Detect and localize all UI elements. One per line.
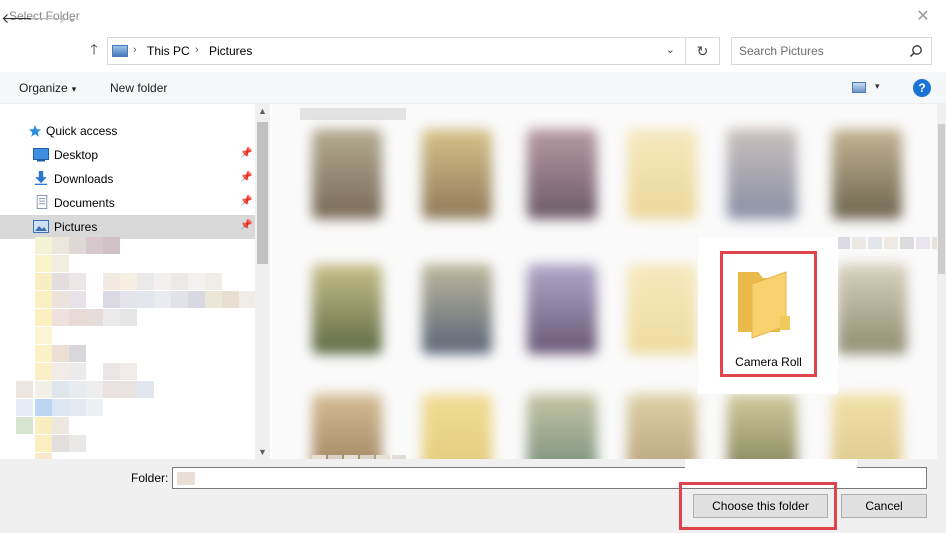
blurred-thumbnail[interactable]: [627, 129, 697, 219]
breadcrumb-separator: ›: [195, 44, 199, 56]
command-toolbar: Organize ▾ New folder: [0, 72, 946, 104]
blurred-thumbnail[interactable]: [422, 394, 492, 459]
obscured-sidebar-items: [16, 237, 256, 459]
up-arrow-icon[interactable]: 🡑: [84, 41, 104, 61]
help-icon[interactable]: ?: [913, 79, 931, 97]
file-list-view[interactable]: [272, 104, 946, 459]
highlight-box: [679, 482, 837, 530]
chevron-down-icon: ▾: [71, 84, 77, 94]
breadcrumb-this-pc[interactable]: This PC: [147, 44, 190, 58]
new-folder-button[interactable]: New folder: [110, 81, 167, 95]
forward-arrow-icon[interactable]: 🡒: [29, 8, 67, 28]
pin-icon[interactable]: 📌: [240, 196, 252, 207]
sidebar-item-downloads[interactable]: Downloads 📌: [0, 167, 255, 191]
search-box[interactable]: [731, 37, 932, 65]
sidebar-item-label: Pictures: [54, 220, 98, 234]
blurred-thumbnail[interactable]: [832, 394, 902, 459]
blurred-thumbnail[interactable]: [527, 129, 597, 219]
refresh-icon[interactable]: ↻: [685, 38, 719, 64]
organize-button[interactable]: Organize ▾: [19, 81, 76, 95]
pictures-icon: [33, 220, 49, 233]
sidebar-scrollbar[interactable]: ▲ ▼: [255, 104, 270, 459]
folder-icon: [738, 271, 790, 339]
blurred-thumbnail[interactable]: [527, 394, 597, 459]
sidebar-item-quick-access[interactable]: Quick access: [0, 119, 255, 143]
scrollbar-thumb[interactable]: [938, 124, 945, 274]
blurred-thumbnail[interactable]: [832, 129, 902, 219]
blurred-thumbnail[interactable]: [312, 264, 382, 354]
download-icon: [34, 171, 48, 185]
blurred-thumbnail[interactable]: [312, 394, 382, 459]
address-dropdown-icon[interactable]: ⌄: [666, 43, 675, 56]
view-options-icon[interactable]: [852, 82, 866, 93]
address-bar[interactable]: › This PC › Pictures ⌄ ↻: [107, 37, 720, 65]
blurred-thumbnail[interactable]: [837, 264, 907, 354]
blurred-thumbnail[interactable]: [727, 394, 797, 459]
desktop-icon: [33, 148, 49, 162]
pc-icon: [112, 45, 128, 57]
blurred-thumbnail[interactable]: [627, 394, 697, 459]
content-scrollbar[interactable]: [937, 104, 946, 459]
pin-icon[interactable]: 📌: [240, 220, 252, 231]
navigation-pane: Quick access Desktop 📌 Downloads 📌 Docum…: [0, 104, 270, 459]
blurred-thumbnail[interactable]: [627, 264, 697, 354]
pin-icon[interactable]: 📌: [240, 172, 252, 183]
folder-item-label: Camera Roll: [735, 355, 802, 369]
sidebar-item-label: Downloads: [54, 172, 114, 186]
scroll-down-icon[interactable]: ▼: [258, 447, 267, 457]
sidebar-item-label: Desktop: [54, 148, 99, 162]
blurred-thumbnail[interactable]: [422, 264, 492, 354]
chevron-down-icon[interactable]: ▾: [875, 81, 880, 92]
folder-item-background: [685, 459, 857, 471]
back-arrow-icon[interactable]: 🡐: [1, 8, 39, 28]
scroll-up-icon[interactable]: ▲: [258, 106, 267, 116]
title-bar: Select Folder ✕: [0, 0, 946, 31]
blurred-thumbnail[interactable]: [312, 129, 382, 219]
blurred-thumbnail[interactable]: [527, 264, 597, 354]
pin-icon[interactable]: 📌: [240, 148, 252, 159]
documents-icon: [36, 195, 48, 209]
sidebar-item-pictures[interactable]: Pictures 📌: [0, 215, 255, 239]
search-icon[interactable]: [909, 44, 923, 58]
blurred-thumbnail[interactable]: [727, 129, 797, 219]
folder-field-label: Folder:: [131, 471, 169, 485]
recent-locations-icon[interactable]: ⌄: [66, 8, 78, 28]
sidebar-item-documents[interactable]: Documents 📌: [0, 191, 255, 215]
star-icon: [28, 124, 42, 137]
scrollbar-thumb[interactable]: [257, 122, 268, 264]
organize-label: Organize: [19, 81, 68, 95]
breadcrumb-pictures[interactable]: Pictures: [209, 44, 252, 58]
close-icon[interactable]: ✕: [900, 0, 946, 31]
folder-item-camera-roll[interactable]: Camera Roll: [720, 251, 817, 377]
sidebar-item-label: Quick access: [46, 124, 118, 138]
obscured-folder-value: [177, 472, 195, 485]
search-input[interactable]: [739, 43, 899, 59]
blurred-thumbnail[interactable]: [422, 129, 492, 219]
sidebar-item-label: Documents: [54, 196, 115, 210]
cancel-button[interactable]: Cancel: [841, 494, 927, 518]
breadcrumb-separator: ›: [133, 44, 137, 56]
sidebar-item-desktop[interactable]: Desktop 📌: [0, 143, 255, 167]
